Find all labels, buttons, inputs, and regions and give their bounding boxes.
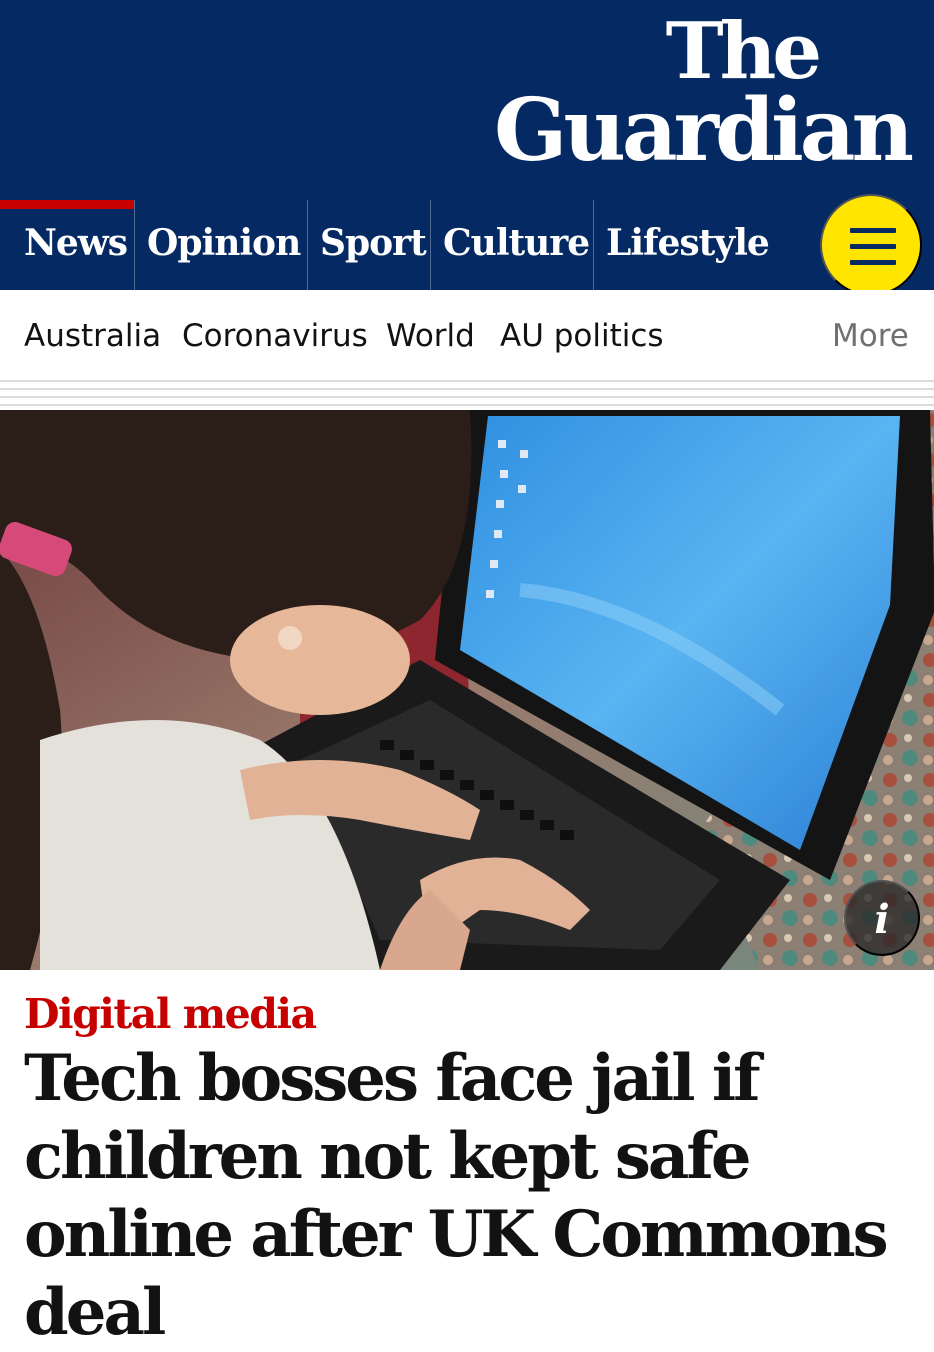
article-headline[interactable]: Tech bosses face jail if children not ke… (24, 1040, 924, 1352)
section-kicker[interactable]: Digital media (24, 990, 317, 1038)
subnav-item-world[interactable]: World (386, 318, 475, 354)
child-laptop-photo (0, 410, 934, 970)
image-info-button[interactable]: i (844, 880, 920, 956)
guardian-logo[interactable]: The Guardian (493, 6, 914, 181)
pillar-sport[interactable]: Sport (308, 200, 431, 290)
subnav-item-australia[interactable]: Australia (24, 318, 161, 354)
pillar-nav: News Opinion Sport Culture Lifestyle (0, 200, 934, 290)
pillar-lifestyle[interactable]: Lifestyle (594, 200, 784, 290)
pillar-news[interactable]: News (0, 200, 135, 290)
pillar-opinion[interactable]: Opinion (135, 200, 308, 290)
pillar-culture[interactable]: Culture (431, 200, 594, 290)
divider (0, 396, 934, 398)
hero-image (0, 410, 934, 970)
masthead: The Guardian (0, 0, 934, 200)
subnav-item-coronavirus[interactable]: Coronavirus (182, 318, 368, 354)
menu-button[interactable] (820, 194, 922, 296)
logo-line-2: Guardian (493, 80, 914, 181)
divider (0, 388, 934, 390)
subnav-item-au-politics[interactable]: AU politics (500, 318, 664, 354)
divider (0, 380, 934, 382)
sub-nav: Australia Coronavirus World AU politics … (0, 290, 934, 380)
subnav-more[interactable]: More (832, 318, 909, 354)
logo-line-1: The (665, 6, 822, 97)
divider (0, 404, 934, 406)
